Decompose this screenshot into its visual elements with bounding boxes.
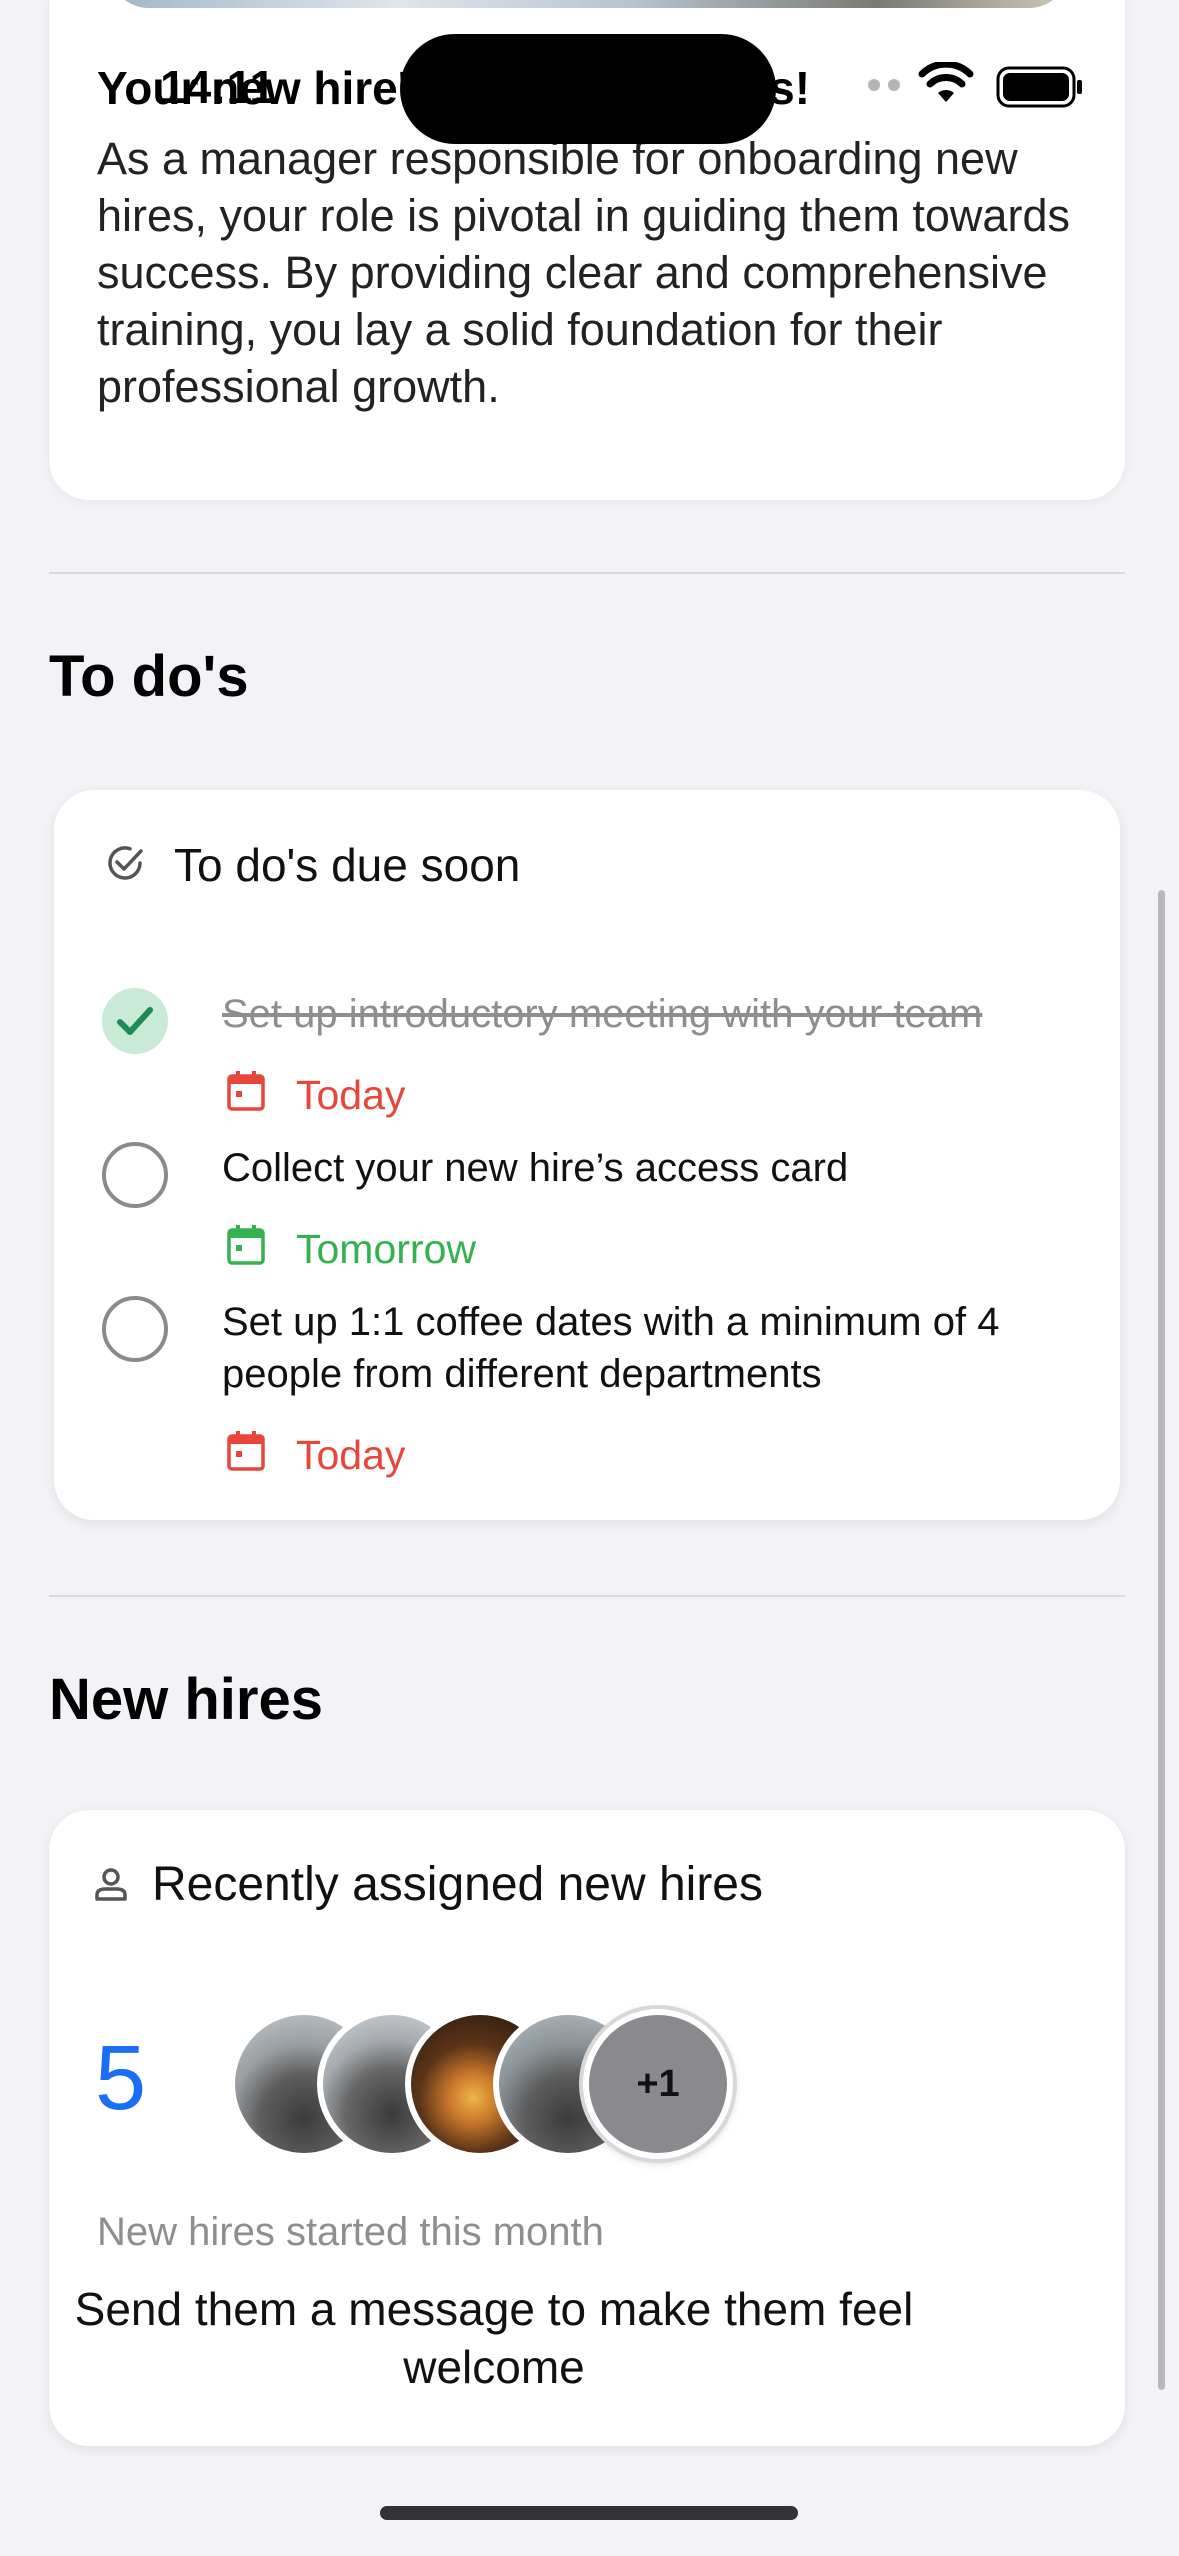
todo-due-date: Today xyxy=(296,1072,406,1118)
new-hires-cta: Send them a message to make them feel we… xyxy=(74,2283,914,2393)
todo-item-text[interactable]: Collect your new hire’s access card xyxy=(222,1142,1102,1194)
status-dots-icon xyxy=(868,78,908,96)
todo-item-text[interactable]: Set up 1:1 coffee dates with a minimum o… xyxy=(222,1296,1102,1400)
scroll-indicator[interactable] xyxy=(1158,890,1165,2390)
intro-body-text: As a manager responsible for onboarding … xyxy=(97,133,1070,412)
todo-checkbox-done[interactable] xyxy=(102,988,168,1054)
todo-checkbox[interactable] xyxy=(102,1142,168,1208)
todo-item-text[interactable]: Set up introductory meeting with your te… xyxy=(222,988,1102,1040)
dynamic-island xyxy=(400,34,776,144)
new-hires-section-title: New hires xyxy=(49,1667,323,1732)
wifi-icon xyxy=(918,60,974,111)
todo-due-date: Today xyxy=(296,1432,406,1478)
calendar-icon xyxy=(226,1070,266,1117)
calendar-icon xyxy=(226,1430,266,1477)
home-indicator[interactable] xyxy=(380,2506,798,2520)
todo-due-date: Tomorrow xyxy=(296,1226,476,1272)
section-divider xyxy=(49,572,1125,574)
more-hires-badge[interactable]: +1 xyxy=(583,2009,733,2159)
calendar-icon xyxy=(226,1224,266,1271)
todos-card: To do's due soon Set up introductory mee… xyxy=(54,790,1120,1520)
todo-checkbox[interactable] xyxy=(102,1296,168,1362)
todos-card-title: To do's due soon xyxy=(174,839,521,891)
new-hires-card[interactable]: Recently assigned new hires 5 +1 New hir… xyxy=(49,1810,1125,2446)
todos-section-title: To do's xyxy=(49,644,249,709)
section-divider xyxy=(49,1595,1125,1597)
battery-icon xyxy=(996,66,1084,113)
check-circle-icon xyxy=(104,842,146,889)
intro-banner-image xyxy=(109,0,1069,8)
new-hires-card-title: Recently assigned new hires xyxy=(152,1858,763,1911)
new-hires-count: 5 xyxy=(95,2027,147,2129)
status-bar-time: 14:11 xyxy=(160,61,276,113)
new-hires-subtext: New hires started this month xyxy=(97,2210,604,2254)
person-icon xyxy=(93,1866,129,1907)
